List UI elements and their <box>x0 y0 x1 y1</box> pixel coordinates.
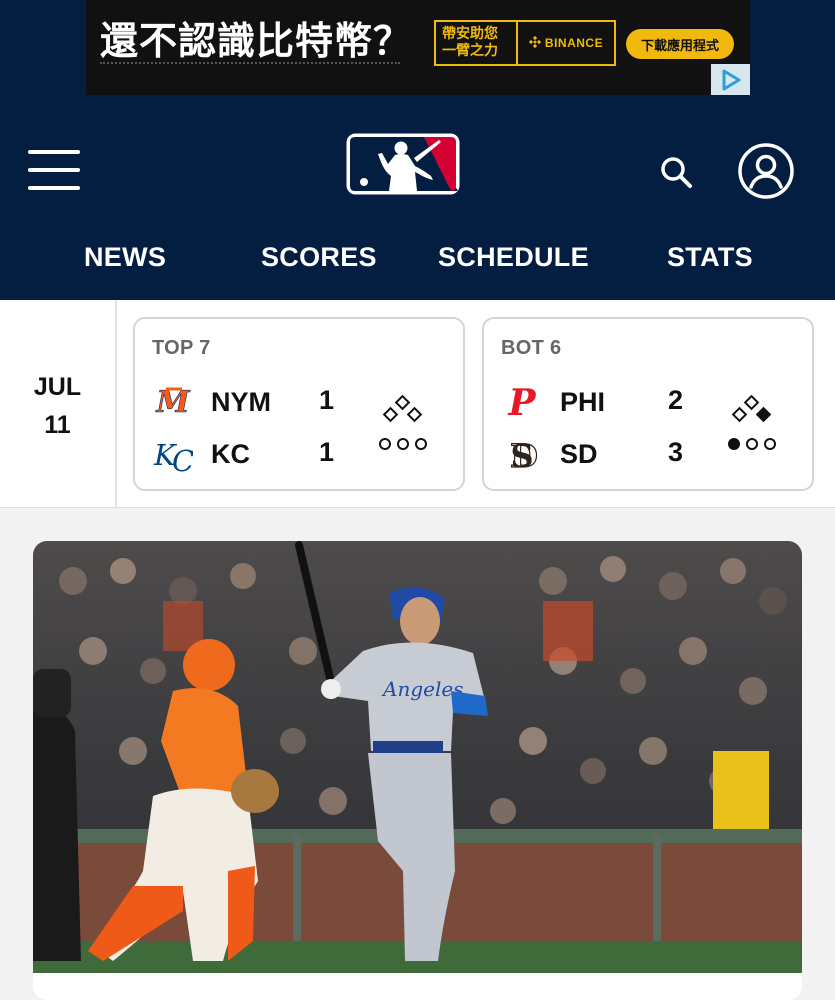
team-score: 1 <box>319 385 335 415</box>
second-base <box>743 394 760 411</box>
outs-indicator-icon <box>727 437 779 451</box>
featured-article-card[interactable]: Angeles <box>33 541 802 1000</box>
padres-logo-icon: SD <box>502 433 542 475</box>
hamburger-menu-icon <box>28 150 80 154</box>
date-month: JUL <box>33 373 82 401</box>
outs-indicator-icon <box>378 437 430 451</box>
main-nav: NEWS SCORES SCHEDULE STATS <box>0 242 835 282</box>
team-abbr: SD <box>560 439 598 469</box>
mets-logo-icon: M <box>153 381 193 421</box>
third-base <box>731 406 748 423</box>
game-card[interactable]: TOP 7 M NYM 1 KC KC 1 <box>133 317 465 491</box>
svg-text:D: D <box>510 437 538 473</box>
baseball-photo-image: Angeles <box>33 541 802 973</box>
first-base <box>755 406 772 423</box>
nav-news[interactable]: NEWS <box>84 242 166 273</box>
ad-banner-area: 還不認識比特幣？ 帶安助您一臂之力 BINANCE 下載應用程式 <box>0 0 835 112</box>
binance-logo-icon <box>528 35 542 51</box>
hamburger-line <box>28 186 80 190</box>
scoreboard-strip: JUL 11 TOP 7 M NYM 1 KC KC 1 BOT 6 P PHI… <box>0 300 835 508</box>
third-base <box>382 406 399 423</box>
first-base <box>406 406 423 423</box>
search-button[interactable] <box>656 152 696 192</box>
ad-brand-box: 帶安助您一臂之力 BINANCE <box>434 20 616 66</box>
team-score: 2 <box>668 385 684 415</box>
ad-brand: BINANCE <box>518 22 614 64</box>
team-score: 3 <box>668 437 684 467</box>
binance-ad[interactable]: 還不認識比特幣？ 帶安助您一臂之力 BINANCE 下載應用程式 <box>86 0 750 95</box>
adchoices-icon[interactable] <box>711 64 750 95</box>
team-abbr: NYM <box>211 387 271 417</box>
svg-text:C: C <box>172 444 193 473</box>
bases-diamond-icon <box>727 394 777 427</box>
svg-text:P: P <box>507 382 536 421</box>
ad-fine-print <box>100 62 400 66</box>
royals-logo-icon: KC <box>153 433 194 478</box>
date-day: 11 <box>44 411 71 439</box>
game-status: BOT 6 <box>501 337 562 359</box>
search-icon <box>656 157 696 196</box>
scoreboard-date: JUL 11 <box>0 300 117 508</box>
account-button[interactable] <box>737 142 795 200</box>
site-header: NEWS SCORES SCHEDULE STATS <box>0 112 835 300</box>
team-score: 1 <box>319 437 335 467</box>
ad-headline: 還不認識比特幣？ <box>100 19 413 63</box>
nav-stats[interactable]: STATS <box>667 242 753 273</box>
team-abbr: KC <box>211 439 250 469</box>
menu-button[interactable] <box>28 150 80 192</box>
mlb-logo-icon[interactable] <box>345 132 461 196</box>
nav-scores[interactable]: SCORES <box>261 242 377 273</box>
game-status: TOP 7 <box>152 337 211 359</box>
nav-schedule[interactable]: SCHEDULE <box>438 242 589 273</box>
ad-brand-label: BINANCE <box>544 36 604 50</box>
ad-tagline: 帶安助您一臂之力 <box>436 22 518 64</box>
game-card[interactable]: BOT 6 P PHI 2 SD SD 3 <box>482 317 814 491</box>
account-icon <box>737 143 795 204</box>
svg-text:Angeles: Angeles <box>381 677 463 701</box>
team-abbr: PHI <box>560 387 606 417</box>
phillies-logo-icon: P <box>502 381 542 424</box>
hamburger-line <box>28 168 80 172</box>
second-base <box>394 394 411 411</box>
ad-download-button[interactable]: 下載應用程式 <box>626 29 734 59</box>
bases-diamond-icon <box>378 394 428 427</box>
